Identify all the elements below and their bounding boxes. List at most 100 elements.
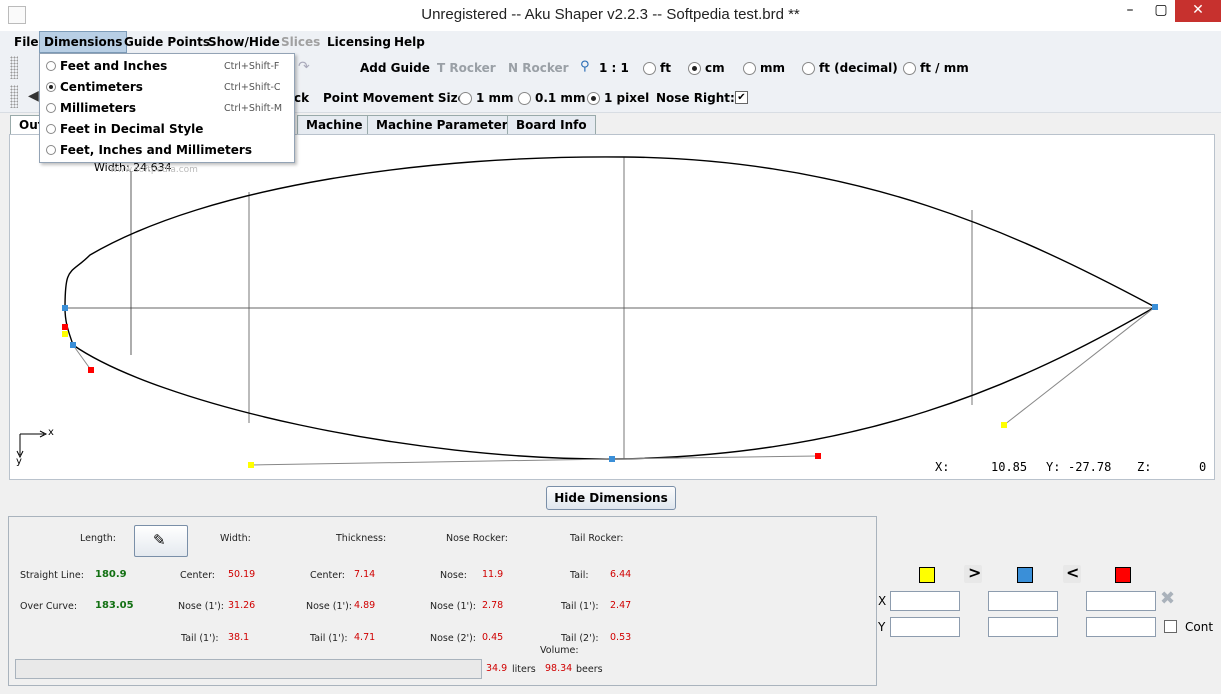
unit-mm-label[interactable]: mm bbox=[760, 61, 785, 75]
unit-ft-mm-label[interactable]: ft / mm bbox=[920, 61, 969, 75]
scale-label[interactable]: 1 : 1 bbox=[599, 61, 629, 75]
readout-y-value: -27.78 bbox=[1068, 460, 1112, 474]
menu-item-millimeters[interactable]: Millimeters Ctrl+Shift-M bbox=[40, 98, 294, 119]
size-1mm-label[interactable]: 1 mm bbox=[476, 91, 514, 105]
tab-board-info[interactable]: Board Info bbox=[507, 115, 596, 134]
continuous-checkbox[interactable] bbox=[1164, 620, 1177, 633]
minimize-button[interactable]: – bbox=[1113, 0, 1147, 22]
outline-canvas[interactable]: Width: 24.634 www.softpedia.com x y bbox=[9, 134, 1215, 480]
delete-point-icon[interactable]: ✖ bbox=[1160, 588, 1175, 609]
edit-length-button[interactable]: ✎ bbox=[134, 525, 188, 557]
size-01mm-radio[interactable] bbox=[518, 92, 531, 105]
add-guide-button[interactable]: Add Guide bbox=[360, 61, 430, 75]
control-point-red bbox=[88, 367, 94, 373]
x-field-label: X bbox=[878, 594, 887, 608]
menu-help[interactable]: Help bbox=[390, 34, 429, 50]
unit-ft-decimal-radio[interactable] bbox=[802, 62, 815, 75]
menu-guide-points[interactable]: Guide Points bbox=[120, 34, 214, 50]
menu-item-label: Feet, Inches and Millimeters bbox=[60, 143, 252, 157]
tail-rocker-tail-label: Tail: bbox=[570, 570, 589, 581]
menu-item-shortcut: Ctrl+Shift-M bbox=[224, 103, 283, 114]
menu-item-feet-decimal[interactable]: Feet in Decimal Style bbox=[40, 119, 294, 140]
blue-square-icon bbox=[1017, 567, 1033, 583]
red-y-input[interactable] bbox=[1086, 617, 1156, 637]
previous-point-button[interactable]: < bbox=[1063, 563, 1081, 583]
n-rocker-button[interactable]: N Rocker bbox=[508, 61, 569, 75]
hide-dimensions-button[interactable]: Hide Dimensions bbox=[546, 486, 676, 510]
tab-machine-parameters[interactable]: Machine Parameters bbox=[367, 115, 524, 134]
unit-ft-radio[interactable] bbox=[643, 62, 656, 75]
straight-line-label: Straight Line: bbox=[20, 570, 84, 581]
title-bar: Unregistered -- Aku Shaper v2.2.3 -- Sof… bbox=[0, 0, 1221, 32]
toolbar-grip[interactable] bbox=[10, 85, 18, 108]
readout-x-label: X: bbox=[935, 460, 950, 474]
point-movement-label: Point Movement Size: bbox=[323, 91, 471, 105]
size-1pixel-label[interactable]: 1 pixel bbox=[604, 91, 649, 105]
tail-rocker-tail2-label: Tail (2'): bbox=[561, 633, 599, 644]
menu-item-centimeters[interactable]: Centimeters Ctrl+Shift-C bbox=[40, 77, 294, 98]
x-axis-label: x bbox=[48, 427, 54, 438]
over-curve-label: Over Curve: bbox=[20, 601, 78, 612]
menu-item-label: Millimeters bbox=[60, 101, 136, 115]
board-outline-drawing[interactable] bbox=[10, 135, 1214, 479]
tail-rocker-tail1-value: 2.47 bbox=[610, 600, 632, 611]
width-header: Width: bbox=[220, 533, 251, 544]
nose-right-checkbox[interactable]: ✔ bbox=[735, 91, 748, 104]
tab-machine[interactable]: Machine bbox=[297, 115, 372, 134]
yellow-y-input[interactable] bbox=[890, 617, 960, 637]
thickness-nose-value: 4.89 bbox=[354, 600, 376, 611]
menu-item-feet-inches-mm[interactable]: Feet, Inches and Millimeters bbox=[40, 140, 294, 161]
yellow-x-input[interactable] bbox=[890, 591, 960, 611]
y-axis-label: y bbox=[16, 456, 22, 467]
blue-point-button[interactable] bbox=[1016, 566, 1034, 584]
blue-x-input[interactable] bbox=[988, 591, 1058, 611]
size-1mm-radio[interactable] bbox=[459, 92, 472, 105]
radio-icon bbox=[46, 103, 56, 113]
unit-ft-label[interactable]: ft bbox=[660, 61, 671, 75]
menu-file[interactable]: File bbox=[10, 34, 43, 50]
control-point-yellow bbox=[1001, 422, 1007, 428]
size-1pixel-radio[interactable] bbox=[587, 92, 600, 105]
zoom-icon[interactable]: ⚲ bbox=[580, 59, 590, 74]
red-point-button[interactable] bbox=[1114, 566, 1132, 584]
dimensions-dropdown: Feet and Inches Ctrl+Shift-F Centimeters… bbox=[39, 53, 295, 163]
tail-rocker-tail2-value: 0.53 bbox=[610, 632, 632, 643]
close-button[interactable]: ✕ bbox=[1175, 0, 1221, 22]
unit-ft-mm-radio[interactable] bbox=[903, 62, 916, 75]
menu-show-hide[interactable]: Show/Hide bbox=[204, 34, 284, 50]
unit-cm-label[interactable]: cm bbox=[705, 61, 725, 75]
readout-y-label: Y: bbox=[1046, 460, 1061, 474]
nose-rocker-header: Nose Rocker: bbox=[446, 533, 508, 544]
next-point-button[interactable]: > bbox=[964, 563, 982, 583]
unit-ft-decimal-label[interactable]: ft (decimal) bbox=[819, 61, 898, 75]
nose-right-label: Nose Right: bbox=[656, 91, 735, 105]
yellow-square-icon bbox=[919, 567, 935, 583]
red-square-icon bbox=[1115, 567, 1131, 583]
board-outline-bottom bbox=[64, 306, 1156, 460]
arrow-left-icon[interactable]: ◀ bbox=[28, 88, 39, 104]
unit-mm-radio[interactable] bbox=[743, 62, 756, 75]
nose-rocker-nose1-label: Nose (1'): bbox=[430, 601, 477, 612]
menu-licensing[interactable]: Licensing bbox=[323, 34, 395, 50]
maximize-button[interactable]: ▢ bbox=[1147, 0, 1175, 22]
chevron-right-icon: > bbox=[968, 563, 982, 582]
radio-selected-icon bbox=[46, 82, 56, 92]
blue-y-input[interactable] bbox=[988, 617, 1058, 637]
menu-item-label: Feet in Decimal Style bbox=[60, 122, 204, 136]
tail-rocker-header: Tail Rocker: bbox=[570, 533, 624, 544]
unit-cm-radio[interactable] bbox=[688, 62, 701, 75]
red-x-input[interactable] bbox=[1086, 591, 1156, 611]
progress-bar bbox=[15, 659, 482, 679]
menu-dimensions[interactable]: Dimensions bbox=[39, 31, 128, 53]
menu-item-feet-and-inches[interactable]: Feet and Inches Ctrl+Shift-F bbox=[40, 56, 294, 77]
yellow-point-button[interactable] bbox=[918, 566, 936, 584]
size-01mm-label[interactable]: 0.1 mm bbox=[535, 91, 585, 105]
t-rocker-button[interactable]: T Rocker bbox=[437, 61, 496, 75]
redo-icon[interactable]: ↷ bbox=[298, 59, 310, 75]
length-label: Length: bbox=[80, 533, 116, 544]
thickness-center-value: 7.14 bbox=[354, 569, 376, 580]
toolbar-grip[interactable] bbox=[10, 56, 18, 79]
menu-slices[interactable]: Slices bbox=[277, 34, 324, 50]
width-nose-label: Nose (1'): bbox=[178, 601, 225, 612]
readout-z-label: Z: bbox=[1137, 460, 1152, 474]
